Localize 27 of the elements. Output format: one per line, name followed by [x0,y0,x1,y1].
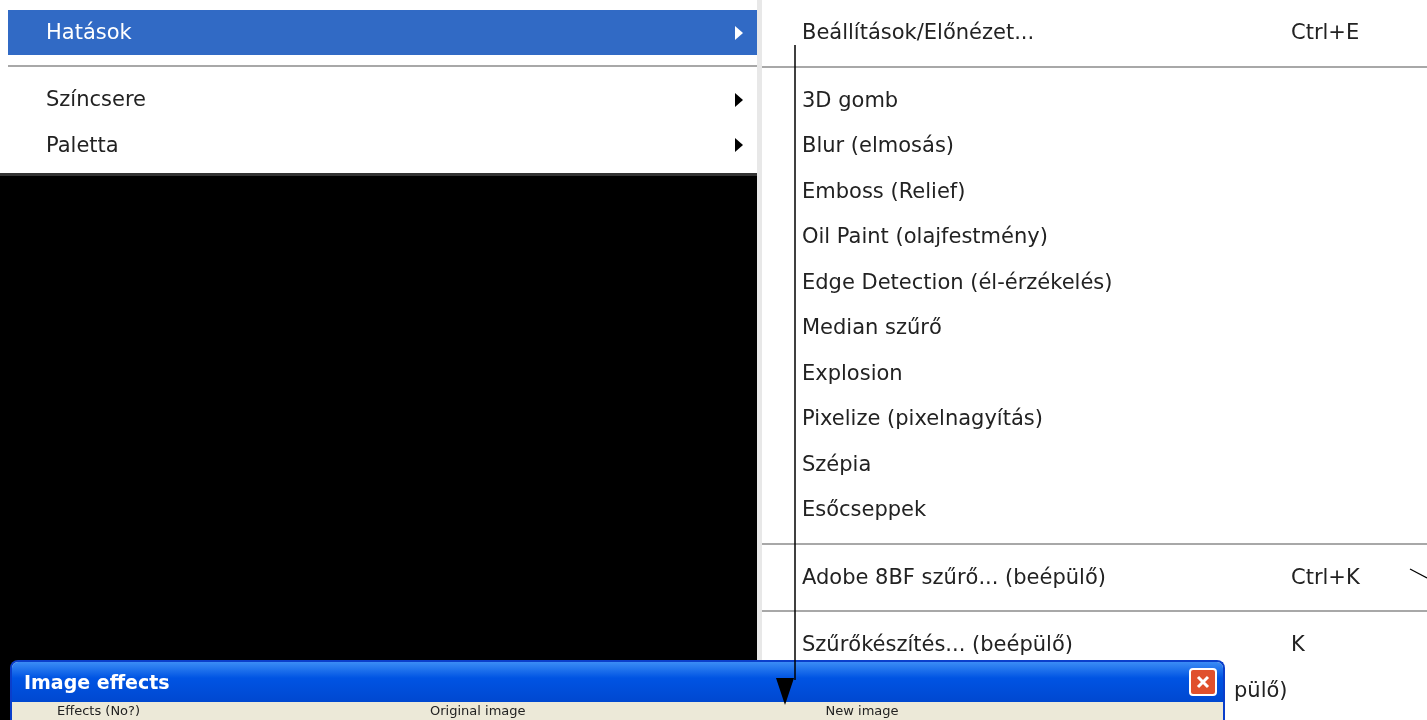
menu-item[interactable]: Esőcseppek [802,497,927,521]
menu-item[interactable]: Median szűrő [802,315,942,339]
menu-item[interactable]: Hatások [8,10,757,55]
column-header: New image [825,702,899,720]
menu-item[interactable]: 3D gomb [802,87,899,112]
column-header: Original image [430,702,526,720]
window-title: Image effects [24,669,171,695]
menu-item[interactable]: Emboss (Relief) [802,178,966,203]
menu-item[interactable]: Adobe 8BF szűrő... (beépülő) [802,564,1106,589]
menu-item[interactable]: Blur (elmosás) [802,133,955,157]
close-button[interactable] [1189,668,1217,696]
menu-item[interactable]: Szűrőkészítés... (beépülő) [802,632,1073,656]
menu-item[interactable]: Beállítások/Előnézet... [802,20,1035,44]
menu-item[interactable]: Oil Paint (olajfestmény) [802,224,1048,248]
leader-line [1409,568,1427,579]
menu-item[interactable]: Színcsere [8,77,757,123]
menu-item[interactable]: Pixelize (pixelnagyítás) [802,406,1043,430]
shortcut-text: K [1291,632,1305,656]
menu-item[interactable]: Paletta [8,122,757,168]
menu-item[interactable]: pülő) [1234,674,1288,706]
menu-item[interactable]: Szépia [802,451,872,476]
menu-item[interactable]: Edge Detection (él-érzékelés) [802,269,1113,294]
menu-item[interactable]: Explosion [802,360,903,385]
shortcut-text: Ctrl+K [1291,564,1360,589]
close-icon [1195,674,1211,690]
shortcut-text: Ctrl+E [1291,20,1360,44]
column-header: Effects (No?) [57,702,141,720]
